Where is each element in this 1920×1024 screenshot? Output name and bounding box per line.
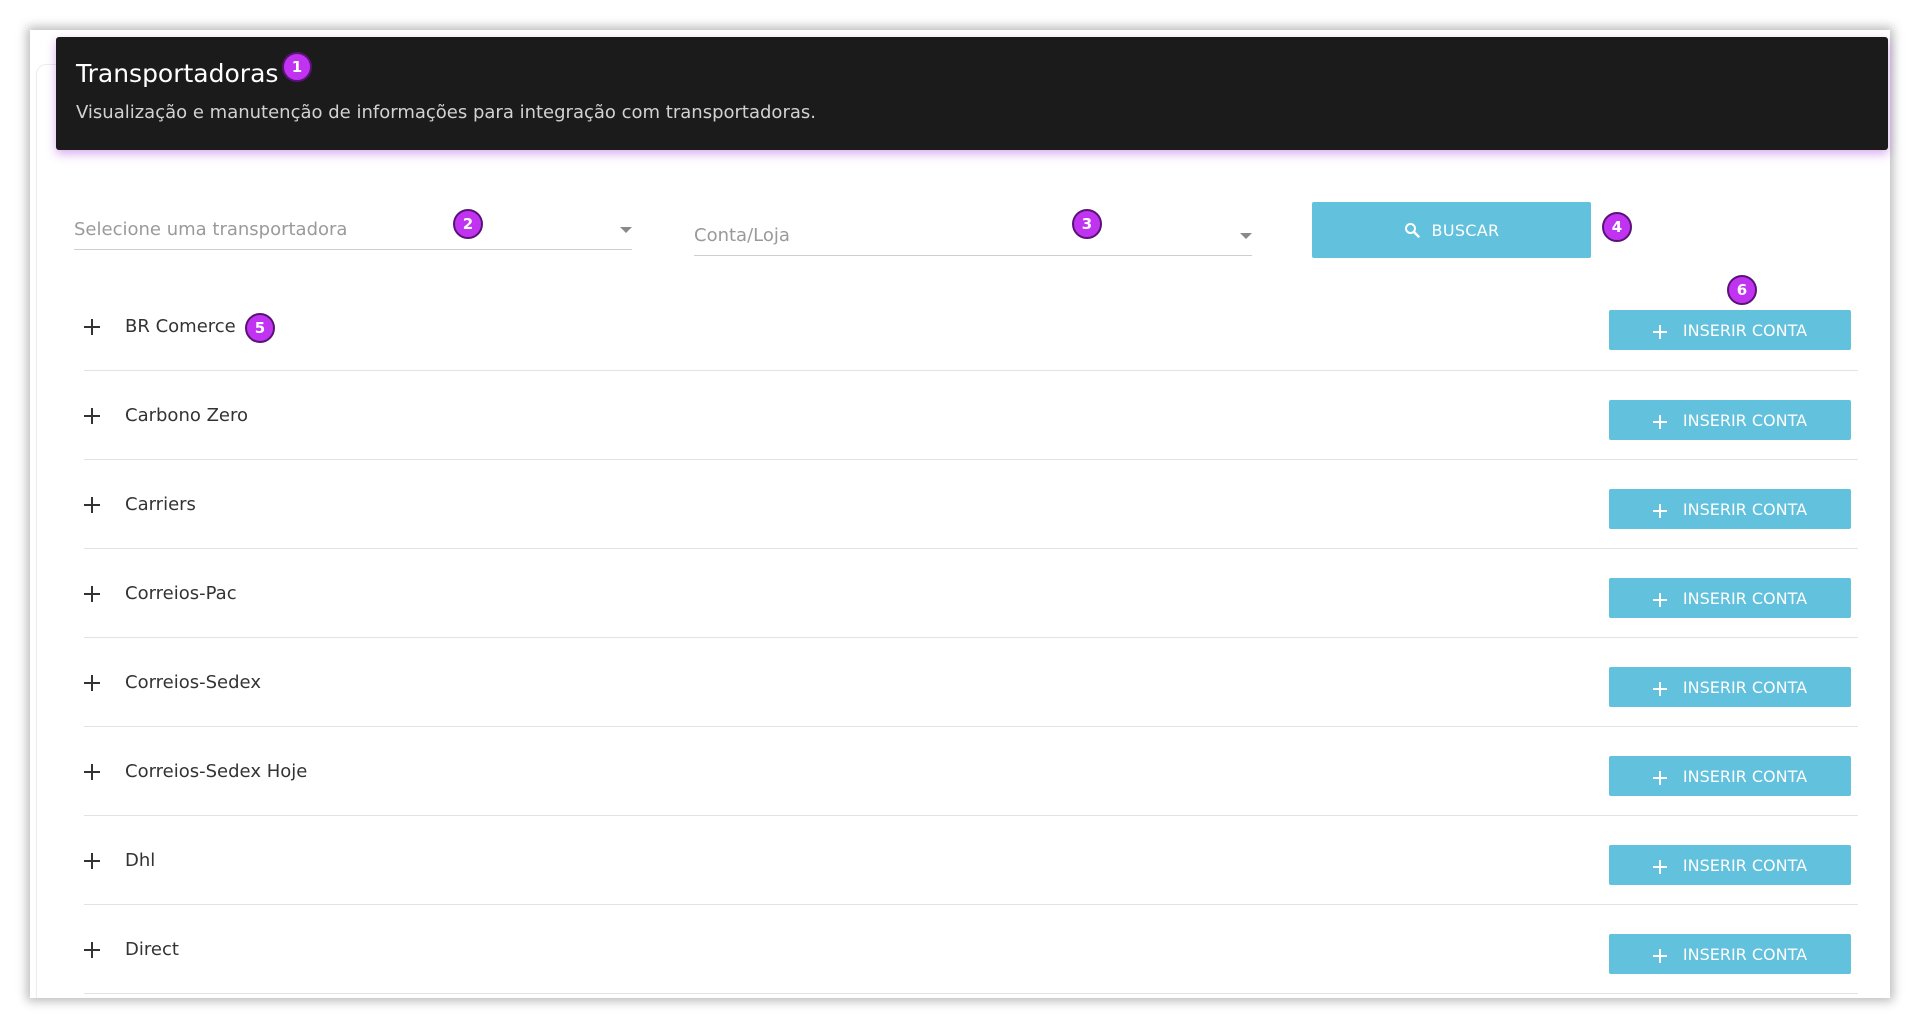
- plus-icon: [1652, 770, 1667, 785]
- insert-account-label: INSERIR CONTA: [1682, 677, 1808, 697]
- carrier-name: Correios-Sedex Hoje: [125, 761, 308, 782]
- carrier-row-correios-pac[interactable]: Correios-Pac INSERIR CONTA: [84, 549, 1858, 638]
- expand-plus-icon[interactable]: [84, 675, 100, 691]
- expand-plus-icon[interactable]: [84, 764, 100, 780]
- callout-badge-1: 1: [282, 52, 312, 82]
- insert-account-label: INSERIR CONTA: [1682, 588, 1808, 608]
- carrier-row-correios-sedex[interactable]: Correios-Sedex INSERIR CONTA: [84, 638, 1858, 727]
- expand-plus-icon[interactable]: [84, 497, 100, 513]
- carrier-row-carriers[interactable]: Carriers INSERIR CONTA: [84, 460, 1858, 549]
- carrier-name: Correios-Pac: [125, 583, 237, 604]
- insert-account-label: INSERIR CONTA: [1682, 499, 1808, 519]
- carrier-name: Carbono Zero: [125, 405, 249, 426]
- chevron-down-icon: [620, 227, 632, 233]
- callout-badge-2: 2: [453, 209, 483, 239]
- carrier-name: Dhl: [125, 850, 156, 871]
- insert-account-button[interactable]: INSERIR CONTA: [1609, 756, 1851, 796]
- plus-icon: [1652, 948, 1667, 963]
- expand-plus-icon[interactable]: [84, 586, 100, 602]
- insert-account-label: INSERIR CONTA: [1682, 855, 1808, 875]
- expand-plus-icon[interactable]: [84, 408, 100, 424]
- carrier-name: Correios-Sedex: [125, 672, 261, 693]
- insert-account-button[interactable]: INSERIR CONTA: [1609, 578, 1851, 618]
- insert-account-label: INSERIR CONTA: [1682, 766, 1808, 786]
- insert-account-button[interactable]: INSERIR CONTA: [1609, 667, 1851, 707]
- insert-account-label: INSERIR CONTA: [1682, 410, 1808, 430]
- chevron-down-icon: [1240, 233, 1252, 239]
- carrier-name: Direct: [125, 939, 179, 960]
- insert-account-label: INSERIR CONTA: [1682, 944, 1808, 964]
- insert-account-button[interactable]: INSERIR CONTA: [1609, 400, 1851, 440]
- carrier-name: BR Comerce: [125, 316, 236, 337]
- expand-plus-icon[interactable]: [84, 319, 100, 335]
- expand-plus-icon[interactable]: [84, 942, 100, 958]
- insert-account-button[interactable]: INSERIR CONTA: [1609, 934, 1851, 974]
- search-icon: [1404, 223, 1420, 238]
- account-select-placeholder: Conta/Loja: [694, 225, 790, 246]
- carrier-row-br-comerce[interactable]: BR Comerce INSERIR CONTA: [84, 282, 1858, 371]
- insert-account-button[interactable]: INSERIR CONTA: [1609, 310, 1851, 350]
- page-header: Transportadoras Visualização e manutençã…: [56, 37, 1888, 150]
- plus-icon: [1652, 592, 1667, 607]
- carrier-row-dhl[interactable]: Dhl INSERIR CONTA: [84, 816, 1858, 905]
- plus-icon: [1652, 324, 1667, 339]
- carrier-select-placeholder: Selecione uma transportadora: [74, 219, 348, 240]
- callout-badge-4: 4: [1602, 212, 1632, 242]
- plus-icon: [1652, 414, 1667, 429]
- insert-account-label: INSERIR CONTA: [1682, 320, 1808, 340]
- expand-plus-icon[interactable]: [84, 853, 100, 869]
- carrier-name: Carriers: [125, 494, 196, 515]
- carrier-select[interactable]: Selecione uma transportadora: [74, 200, 632, 250]
- search-button[interactable]: BUSCAR: [1312, 202, 1591, 258]
- page-subtitle: Visualização e manutenção de informações…: [76, 102, 816, 123]
- callout-badge-5: 5: [245, 313, 275, 343]
- plus-icon: [1652, 681, 1667, 696]
- insert-account-button[interactable]: INSERIR CONTA: [1609, 845, 1851, 885]
- page-title: Transportadoras: [76, 59, 279, 88]
- plus-icon: [1652, 503, 1667, 518]
- carrier-row-direct[interactable]: Direct INSERIR CONTA: [84, 905, 1858, 994]
- account-select[interactable]: Conta/Loja: [694, 206, 1252, 256]
- carrier-row-carbono-zero[interactable]: Carbono Zero INSERIR CONTA: [84, 371, 1858, 460]
- insert-account-button[interactable]: INSERIR CONTA: [1609, 489, 1851, 529]
- search-button-label: BUSCAR: [1431, 220, 1500, 240]
- callout-badge-3: 3: [1072, 209, 1102, 239]
- plus-icon: [1652, 859, 1667, 874]
- carrier-row-correios-sedex-hoje[interactable]: Correios-Sedex Hoje INSERIR CONTA: [84, 727, 1858, 816]
